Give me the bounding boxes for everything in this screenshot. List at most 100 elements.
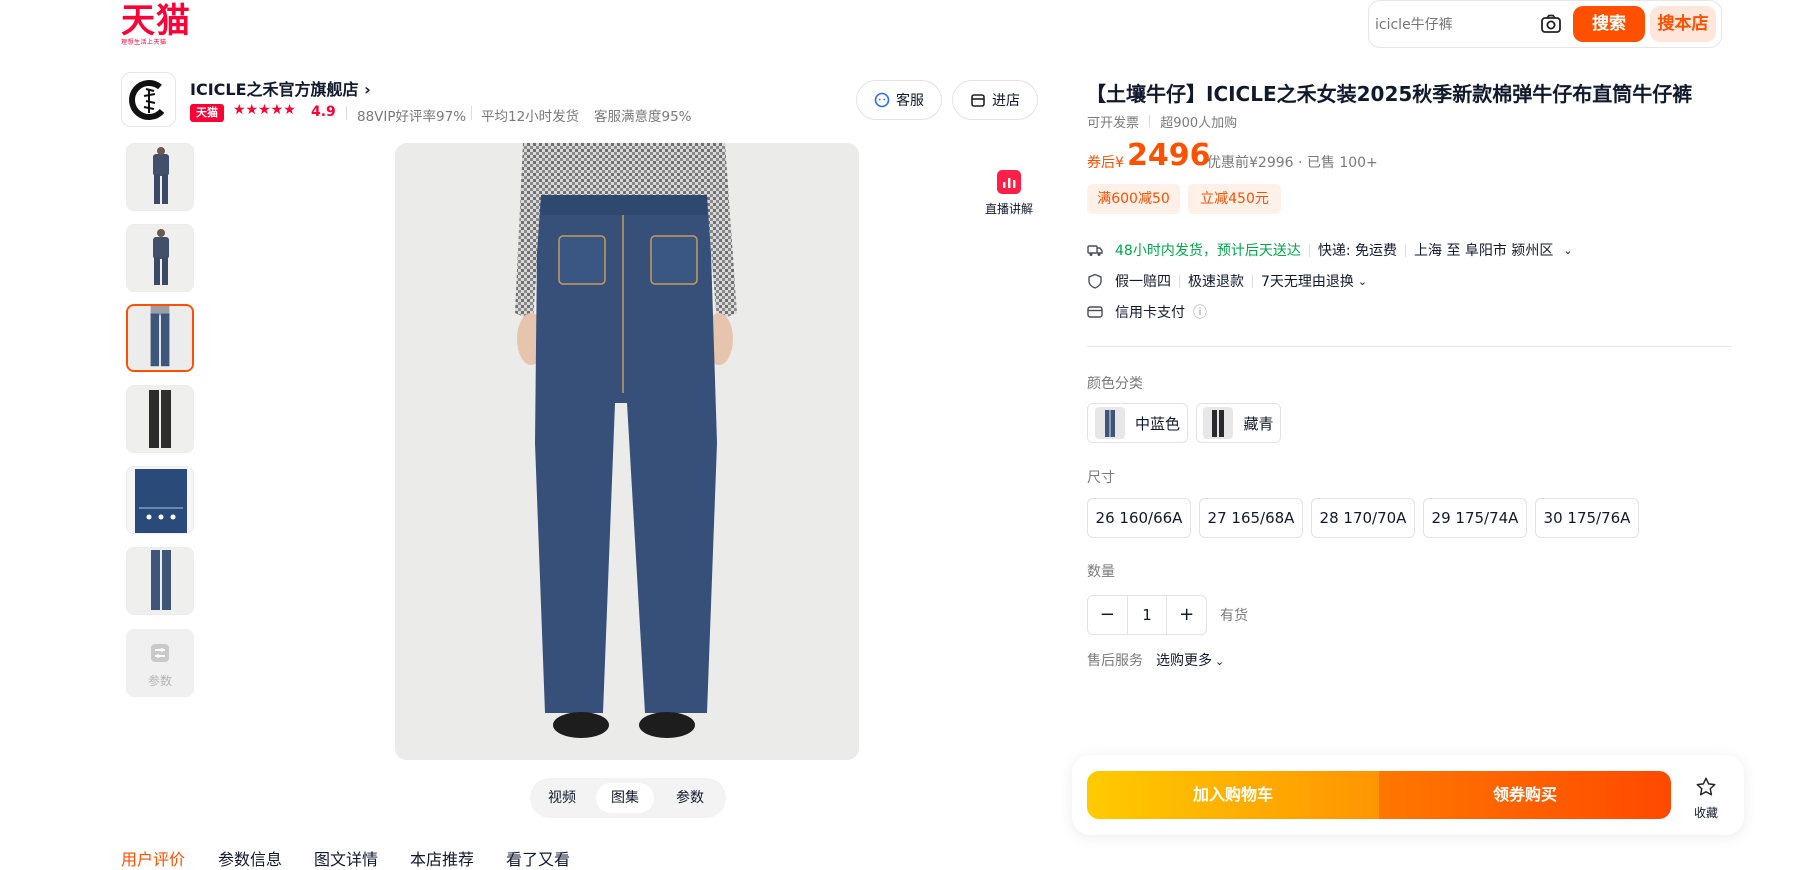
search-store-button[interactable]: 搜本店: [1650, 6, 1716, 42]
color-swatch: [1094, 407, 1125, 439]
search-input[interactable]: [1375, 14, 1535, 36]
size-option-29[interactable]: 29 175/74A: [1423, 498, 1527, 538]
chevron-down-icon: ⌄: [1563, 243, 1573, 257]
shop-rating: 4.9: [311, 104, 336, 120]
thumbnail-2[interactable]: [126, 224, 194, 292]
quantity-input[interactable]: 1: [1126, 596, 1168, 634]
tmall-logo[interactable]: 天猫: [121, 2, 191, 40]
thumbnail-3[interactable]: [126, 304, 194, 372]
quantity-label: 数量: [1087, 564, 1115, 580]
camera-icon[interactable]: [1540, 13, 1562, 35]
add-to-cart-button[interactable]: 加入购物车: [1087, 771, 1379, 819]
params-thumbnail[interactable]: 参数: [126, 629, 194, 697]
size-option-27[interactable]: 27 165/68A: [1199, 498, 1303, 538]
product-title: 【土壤牛仔】ICICLE之禾女装2025秋季新款棉弹牛仔布直筒牛仔裤: [1086, 82, 1693, 106]
size-option-30[interactable]: 30 175/76A: [1535, 498, 1639, 538]
color-label: 颜色分类: [1087, 376, 1143, 392]
tab-params[interactable]: 参数: [664, 783, 716, 813]
price-prefix: 券后¥: [1087, 155, 1124, 171]
credit-card-icon: [1087, 306, 1103, 318]
shipping-text: 48小时内发货，预计后天送达: [1115, 243, 1301, 259]
coupon-full-reduction[interactable]: 满600减50: [1087, 184, 1180, 214]
divider: [1087, 346, 1732, 347]
buy-now-button[interactable]: 领券购买: [1379, 771, 1671, 819]
delivery-fee: 快递: 免运费: [1317, 243, 1397, 259]
favorite-label: 收藏: [1693, 806, 1718, 820]
after-sale-label: 售后服务: [1087, 653, 1143, 669]
enter-store-button[interactable]: 进店: [952, 80, 1038, 120]
thumbnail-4[interactable]: [126, 385, 194, 453]
payment-row[interactable]: 信用卡支付 ⓘ: [1087, 302, 1207, 322]
enter-store-label: 进店: [992, 93, 1020, 109]
shipping-row[interactable]: 48小时内发货，预计后天送达 快递: 免运费 上海 至 阜阳市 颍州区 ⌄: [1087, 240, 1573, 260]
guarantee-fake: 假一赔四: [1115, 274, 1171, 290]
customer-service-button[interactable]: 客服: [856, 80, 942, 120]
after-sale-dropdown[interactable]: 选购更多 ⌄: [1156, 650, 1224, 670]
tmall-slogan: 理想生活上天猫: [121, 39, 167, 46]
live-icon: [997, 170, 1021, 194]
search-button[interactable]: 搜索: [1573, 6, 1645, 42]
shop-stat-satisfaction: 客服满意度95%: [594, 109, 692, 125]
color-option-label: 中蓝色: [1134, 414, 1180, 433]
thumbnail-5[interactable]: [126, 466, 194, 534]
tab-details[interactable]: 图文详情: [314, 846, 378, 870]
color-option-medium-blue[interactable]: 中蓝色: [1087, 403, 1188, 443]
quantity-minus-button[interactable]: −: [1088, 596, 1127, 634]
params-icon: [151, 644, 169, 662]
tab-reviews[interactable]: 用户评价: [121, 846, 185, 870]
divider: [1149, 115, 1151, 127]
chat-icon: [874, 92, 890, 108]
divider: [1179, 274, 1180, 288]
info-icon[interactable]: ⓘ: [1193, 302, 1207, 322]
chevron-right-icon: ›: [364, 80, 371, 99]
quantity-stepper: − 1 +: [1087, 595, 1207, 635]
divider: [471, 106, 472, 120]
tab-store-recommend[interactable]: 本店推荐: [410, 846, 474, 870]
thumbnail-1[interactable]: [126, 143, 194, 211]
divider: [346, 106, 347, 120]
size-label: 尺寸: [1087, 470, 1115, 486]
tab-param-info[interactable]: 参数信息: [218, 846, 282, 870]
guarantee-return: 7天无理由退换: [1261, 274, 1354, 290]
shop-name[interactable]: ICICLE之禾官方旗舰店 ›: [190, 76, 371, 100]
shop-stat-shipping: 平均12小时发货: [481, 109, 580, 125]
live-label: 直播讲解: [984, 202, 1033, 216]
price: 2496: [1127, 138, 1211, 173]
params-thumbnail-label: 参数: [147, 674, 172, 688]
tmall-badge: 天猫: [190, 104, 224, 122]
chevron-down-icon: ⌄: [1215, 655, 1225, 668]
price-original: 优惠前¥2996 · 已售 100+: [1207, 155, 1378, 171]
size-option-28[interactable]: 28 170/70A: [1311, 498, 1415, 538]
color-option-navy[interactable]: 藏青: [1196, 403, 1281, 443]
cart-count: 超900人加购: [1160, 116, 1238, 131]
tab-video[interactable]: 视频: [536, 783, 588, 813]
divider: [1405, 243, 1406, 257]
color-swatch: [1203, 407, 1234, 439]
divider: [1252, 274, 1253, 288]
shop-stat-good-rate: 88VIP好评率97%: [357, 109, 467, 125]
quantity-plus-button[interactable]: +: [1167, 596, 1206, 634]
live-explain-button[interactable]: 直播讲解: [968, 170, 1050, 217]
color-option-label: 藏青: [1243, 414, 1274, 433]
payment-label: 信用卡支付: [1115, 305, 1185, 321]
tab-also-viewed[interactable]: 看了又看: [506, 846, 570, 870]
divider: [1308, 243, 1310, 257]
invoice-label: 可开发票: [1087, 116, 1140, 131]
favorite-button[interactable]: 收藏: [1686, 776, 1726, 821]
store-icon: [971, 94, 985, 107]
after-sale-value: 选购更多: [1156, 653, 1212, 669]
size-option-26[interactable]: 26 160/66A: [1087, 498, 1191, 538]
customer-service-label: 客服: [896, 93, 924, 109]
thumbnail-6[interactable]: [126, 547, 194, 615]
stock-status: 有货: [1220, 608, 1248, 624]
tab-gallery[interactable]: 图集: [596, 783, 654, 813]
shield-icon: [1088, 273, 1102, 289]
coupon-instant-discount[interactable]: 立减450元: [1188, 184, 1281, 214]
truck-icon: [1087, 245, 1103, 256]
shop-logo[interactable]: [121, 72, 176, 127]
star-icon: [1696, 777, 1716, 796]
guarantee-row[interactable]: 假一赔四 极速退款 7天无理由退换 ⌄: [1087, 271, 1367, 291]
chevron-down-icon: ⌄: [1357, 274, 1368, 288]
guarantee-refund: 极速退款: [1188, 274, 1244, 290]
main-product-image[interactable]: [395, 143, 859, 760]
